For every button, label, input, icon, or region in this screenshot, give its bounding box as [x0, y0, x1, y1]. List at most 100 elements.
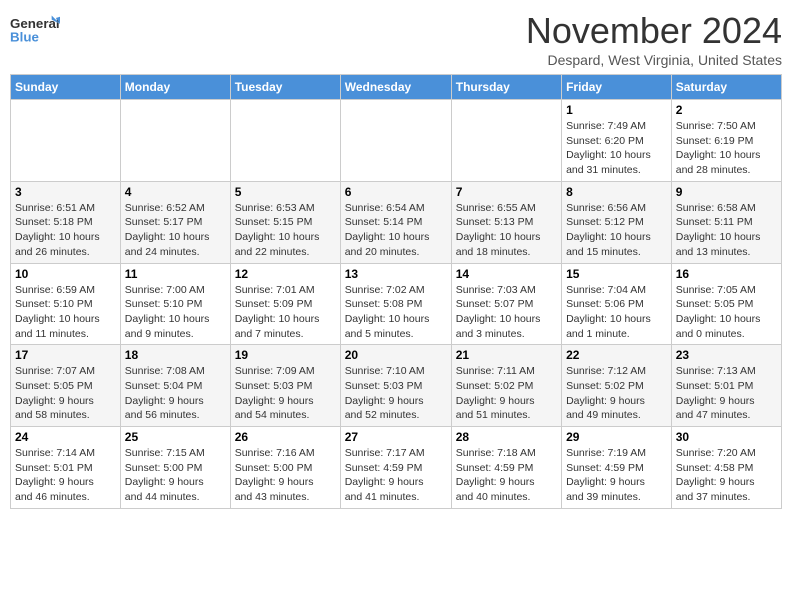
day-info: Sunrise: 7:02 AM Sunset: 5:08 PM Dayligh…: [345, 283, 447, 342]
day-info: Sunrise: 7:09 AM Sunset: 5:03 PM Dayligh…: [235, 364, 336, 423]
day-number: 6: [345, 185, 447, 199]
weekday-header-thursday: Thursday: [451, 75, 561, 100]
calendar-cell: [230, 100, 340, 182]
calendar-body: 1 Sunrise: 7:49 AM Sunset: 6:20 PM Daylig…: [11, 100, 782, 509]
day-info: Sunrise: 6:53 AM Sunset: 5:15 PM Dayligh…: [235, 201, 336, 260]
calendar-week-0: 1 Sunrise: 7:49 AM Sunset: 6:20 PM Daylig…: [11, 100, 782, 182]
weekday-header-tuesday: Tuesday: [230, 75, 340, 100]
day-info: Sunrise: 6:56 AM Sunset: 5:12 PM Dayligh…: [566, 201, 667, 260]
day-number: 24: [15, 430, 116, 444]
logo: General Blue: [10, 10, 60, 46]
calendar-week-3: 17Sunrise: 7:07 AM Sunset: 5:05 PM Dayli…: [11, 345, 782, 427]
day-number: 5: [235, 185, 336, 199]
day-number: 11: [125, 267, 226, 281]
calendar-cell: 29 Sunrise: 7:19 AM Sunset: 4:59 PM Dayli…: [562, 427, 672, 509]
day-info: Sunrise: 7:05 AM Sunset: 5:05 PM Dayligh…: [676, 283, 777, 342]
calendar-cell: 9 Sunrise: 6:58 AM Sunset: 5:11 PM Daylig…: [671, 181, 781, 263]
calendar-week-1: 3 Sunrise: 6:51 AM Sunset: 5:18 PM Daylig…: [11, 181, 782, 263]
calendar-cell: 4 Sunrise: 6:52 AM Sunset: 5:17 PM Daylig…: [120, 181, 230, 263]
day-number: 17: [15, 348, 116, 362]
calendar-cell: 13 Sunrise: 7:02 AM Sunset: 5:08 PM Dayli…: [340, 263, 451, 345]
calendar-cell: 27 Sunrise: 7:17 AM Sunset: 4:59 PM Dayli…: [340, 427, 451, 509]
calendar-cell: 15 Sunrise: 7:04 AM Sunset: 5:06 PM Dayli…: [562, 263, 672, 345]
day-number: 12: [235, 267, 336, 281]
day-number: 10: [15, 267, 116, 281]
day-number: 18: [125, 348, 226, 362]
calendar-cell: 14Sunrise: 7:03 AM Sunset: 5:07 PM Dayli…: [451, 263, 561, 345]
day-number: 20: [345, 348, 447, 362]
day-info: Sunrise: 7:17 AM Sunset: 4:59 PM Dayligh…: [345, 446, 447, 505]
calendar-cell: 26Sunrise: 7:16 AM Sunset: 5:00 PM Dayli…: [230, 427, 340, 509]
day-info: Sunrise: 7:16 AM Sunset: 5:00 PM Dayligh…: [235, 446, 336, 505]
calendar-week-4: 24 Sunrise: 7:14 AM Sunset: 5:01 PM Dayli…: [11, 427, 782, 509]
calendar-cell: [451, 100, 561, 182]
calendar-cell: 16 Sunrise: 7:05 AM Sunset: 5:05 PM Dayli…: [671, 263, 781, 345]
weekday-header-monday: Monday: [120, 75, 230, 100]
day-number: 2: [676, 103, 777, 117]
day-number: 1: [566, 103, 667, 117]
calendar-cell: 30 Sunrise: 7:20 AM Sunset: 4:58 PM Dayli…: [671, 427, 781, 509]
day-info: Sunrise: 7:14 AM Sunset: 5:01 PM Dayligh…: [15, 446, 116, 505]
calendar-cell: [11, 100, 121, 182]
calendar-cell: 12 Sunrise: 7:01 AM Sunset: 5:09 PM Dayli…: [230, 263, 340, 345]
day-number: 19: [235, 348, 336, 362]
day-info: Sunrise: 7:10 AM Sunset: 5:03 PM Dayligh…: [345, 364, 447, 423]
calendar-cell: 1 Sunrise: 7:49 AM Sunset: 6:20 PM Daylig…: [562, 100, 672, 182]
weekday-header-friday: Friday: [562, 75, 672, 100]
day-info: Sunrise: 7:18 AM Sunset: 4:59 PM Dayligh…: [456, 446, 557, 505]
weekday-header-wednesday: Wednesday: [340, 75, 451, 100]
calendar-cell: 20 Sunrise: 7:10 AM Sunset: 5:03 PM Dayli…: [340, 345, 451, 427]
svg-text:Blue: Blue: [10, 29, 39, 44]
day-info: Sunrise: 7:04 AM Sunset: 5:06 PM Dayligh…: [566, 283, 667, 342]
day-number: 30: [676, 430, 777, 444]
day-info: Sunrise: 6:58 AM Sunset: 5:11 PM Dayligh…: [676, 201, 777, 260]
day-info: Sunrise: 7:19 AM Sunset: 4:59 PM Dayligh…: [566, 446, 667, 505]
day-info: Sunrise: 7:00 AM Sunset: 5:10 PM Dayligh…: [125, 283, 226, 342]
day-info: Sunrise: 6:55 AM Sunset: 5:13 PM Dayligh…: [456, 201, 557, 260]
calendar-cell: 8Sunrise: 6:56 AM Sunset: 5:12 PM Daylig…: [562, 181, 672, 263]
calendar-cell: 19 Sunrise: 7:09 AM Sunset: 5:03 PM Dayli…: [230, 345, 340, 427]
day-info: Sunrise: 6:51 AM Sunset: 5:18 PM Dayligh…: [15, 201, 116, 260]
calendar-cell: 11 Sunrise: 7:00 AM Sunset: 5:10 PM Dayli…: [120, 263, 230, 345]
day-number: 25: [125, 430, 226, 444]
day-number: 3: [15, 185, 116, 199]
day-number: 13: [345, 267, 447, 281]
day-info: Sunrise: 7:11 AM Sunset: 5:02 PM Dayligh…: [456, 364, 557, 423]
calendar-cell: 3 Sunrise: 6:51 AM Sunset: 5:18 PM Daylig…: [11, 181, 121, 263]
day-number: 16: [676, 267, 777, 281]
calendar-header-row: SundayMondayTuesdayWednesdayThursdayFrid…: [11, 75, 782, 100]
calendar-table: SundayMondayTuesdayWednesdayThursdayFrid…: [10, 74, 782, 509]
weekday-header-sunday: Sunday: [11, 75, 121, 100]
calendar-cell: [120, 100, 230, 182]
day-info: Sunrise: 7:01 AM Sunset: 5:09 PM Dayligh…: [235, 283, 336, 342]
day-info: Sunrise: 6:52 AM Sunset: 5:17 PM Dayligh…: [125, 201, 226, 260]
day-info: Sunrise: 7:49 AM Sunset: 6:20 PM Dayligh…: [566, 119, 667, 178]
calendar-cell: 22Sunrise: 7:12 AM Sunset: 5:02 PM Dayli…: [562, 345, 672, 427]
day-info: Sunrise: 7:03 AM Sunset: 5:07 PM Dayligh…: [456, 283, 557, 342]
day-number: 4: [125, 185, 226, 199]
day-info: Sunrise: 7:20 AM Sunset: 4:58 PM Dayligh…: [676, 446, 777, 505]
day-number: 22: [566, 348, 667, 362]
day-number: 23: [676, 348, 777, 362]
calendar-cell: 2 Sunrise: 7:50 AM Sunset: 6:19 PM Daylig…: [671, 100, 781, 182]
month-title: November 2024: [526, 10, 782, 52]
calendar-cell: 23Sunrise: 7:13 AM Sunset: 5:01 PM Dayli…: [671, 345, 781, 427]
day-number: 27: [345, 430, 447, 444]
calendar-week-2: 10 Sunrise: 6:59 AM Sunset: 5:10 PM Dayli…: [11, 263, 782, 345]
day-number: 9: [676, 185, 777, 199]
calendar-cell: 24 Sunrise: 7:14 AM Sunset: 5:01 PM Dayli…: [11, 427, 121, 509]
calendar-cell: 18Sunrise: 7:08 AM Sunset: 5:04 PM Dayli…: [120, 345, 230, 427]
day-info: Sunrise: 6:59 AM Sunset: 5:10 PM Dayligh…: [15, 283, 116, 342]
calendar-cell: 7 Sunrise: 6:55 AM Sunset: 5:13 PM Daylig…: [451, 181, 561, 263]
day-number: 29: [566, 430, 667, 444]
day-number: 21: [456, 348, 557, 362]
day-info: Sunrise: 7:50 AM Sunset: 6:19 PM Dayligh…: [676, 119, 777, 178]
day-number: 28: [456, 430, 557, 444]
weekday-header-saturday: Saturday: [671, 75, 781, 100]
title-block: November 2024 Despard, West Virginia, Un…: [526, 10, 782, 68]
calendar-cell: 17Sunrise: 7:07 AM Sunset: 5:05 PM Dayli…: [11, 345, 121, 427]
day-number: 7: [456, 185, 557, 199]
calendar-cell: 28 Sunrise: 7:18 AM Sunset: 4:59 PM Dayli…: [451, 427, 561, 509]
day-number: 15: [566, 267, 667, 281]
calendar-cell: 6Sunrise: 6:54 AM Sunset: 5:14 PM Daylig…: [340, 181, 451, 263]
